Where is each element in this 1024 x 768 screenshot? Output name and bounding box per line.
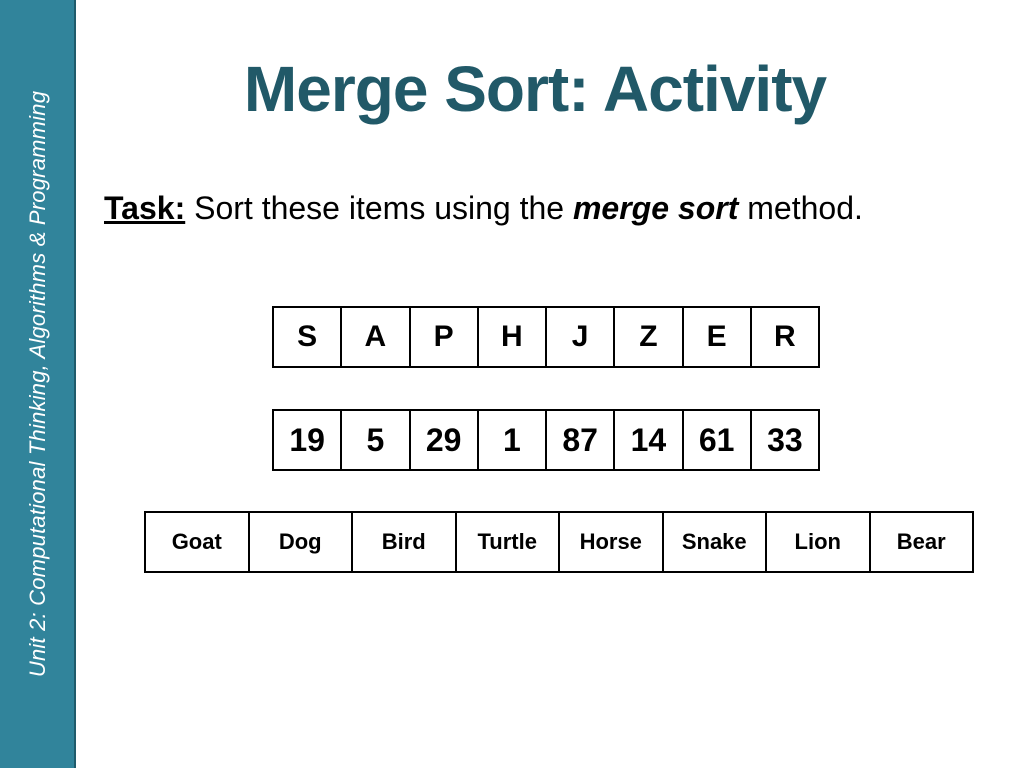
number-cell: 14 <box>615 411 684 469</box>
letter-cell: H <box>479 308 547 366</box>
animal-cell: Goat <box>146 513 250 571</box>
animal-cell: Dog <box>250 513 353 571</box>
number-cell: 19 <box>274 411 343 469</box>
number-cell: 61 <box>684 411 752 469</box>
sidebar-banner: Unit 2: Computational Thinking, Algorith… <box>0 0 76 768</box>
letter-cell: A <box>342 308 411 366</box>
number-cell: 1 <box>479 411 547 469</box>
number-cell: 5 <box>342 411 411 469</box>
number-cell: 33 <box>767 421 803 458</box>
numbers-list: 19 5 29 1 87 14 61 33 <box>272 409 820 471</box>
animal-cell: Bear <box>896 529 946 554</box>
task-instructions: Task: Sort these items using the merge s… <box>104 186 884 230</box>
letter-cell: Z <box>615 308 684 366</box>
animal-cell: Lion <box>767 513 871 571</box>
animal-cell: Turtle <box>457 513 560 571</box>
task-text-before: Sort these items using the <box>185 190 573 226</box>
letter-cell: J <box>547 308 616 366</box>
task-label: Task: <box>104 190 186 226</box>
task-text-after: method. <box>738 190 863 226</box>
letter-cell: R <box>774 320 796 353</box>
animal-cell: Bird <box>353 513 457 571</box>
task-emphasis: merge sort <box>572 190 739 226</box>
letters-list: S A P H J Z E R <box>272 306 820 368</box>
unit-label: Unit 2: Computational Thinking, Algorith… <box>25 90 50 678</box>
letter-cell: E <box>684 308 752 366</box>
letter-cell: P <box>411 308 479 366</box>
animal-cell: Snake <box>664 513 767 571</box>
letter-cell: S <box>274 308 343 366</box>
number-cell: 29 <box>411 411 479 469</box>
number-cell: 87 <box>547 411 616 469</box>
slide-title: Merge Sort: Activity <box>243 53 827 125</box>
animals-list: Goat Dog Bird Turtle Horse Snake Lion Be… <box>144 511 974 573</box>
animal-cell: Horse <box>560 513 664 571</box>
